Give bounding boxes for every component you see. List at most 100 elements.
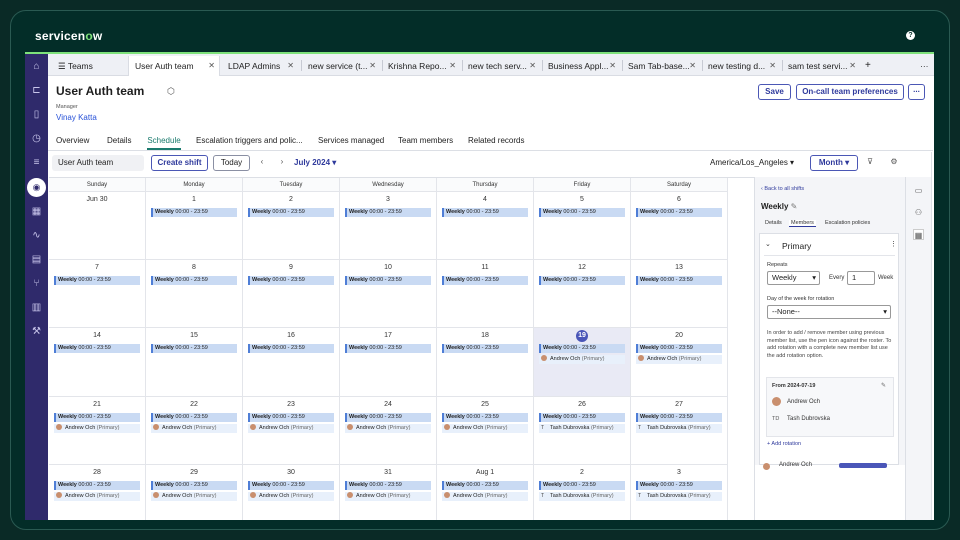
day-cell[interactable]: 30 Weekly 00:00 - 23:59 Andrew Och (Primar… — [243, 465, 340, 520]
day-cell[interactable]: 10 Weekly 00:00 - 23:59 — [340, 260, 437, 328]
settings-gear-icon[interactable]: ⚙ — [888, 155, 900, 171]
tab-team-members[interactable]: Team members — [398, 132, 453, 150]
tab-escalation-triggers[interactable]: Escalation triggers and polic... — [196, 132, 303, 150]
shift-member[interactable]: Andrew Och (Primary) — [539, 355, 625, 364]
people-icon[interactable]: ⚇ — [913, 207, 924, 218]
shift-event[interactable]: Weekly 00:00 - 23:59 — [539, 276, 625, 285]
day-cell[interactable]: 9 Weekly 00:00 - 23:59 — [243, 260, 340, 328]
shift-member[interactable]: Andrew Och (Primary) — [54, 424, 140, 433]
day-cell[interactable]: 2 Weekly 00:00 - 23:59 — [243, 192, 340, 260]
day-cell[interactable]: 27 Weekly 00:00 - 23:59 T Tash Dubrovska (P… — [631, 397, 728, 465]
tab-services-managed[interactable]: Services managed — [318, 132, 384, 150]
month-picker[interactable]: July 2024 ▾ — [294, 155, 342, 171]
shift-event[interactable]: Weekly 00:00 - 23:59 — [539, 481, 625, 490]
shift-member[interactable]: Andrew Och (Primary) — [54, 492, 140, 501]
shift-event[interactable]: Weekly 00:00 - 23:59 — [345, 481, 431, 490]
day-cell[interactable]: 4 Weekly 00:00 - 23:59 — [437, 192, 534, 260]
shift-member[interactable]: T Tash Dubrovska (Primary) — [636, 424, 722, 433]
shift-member[interactable]: Andrew Och (Primary) — [151, 424, 237, 433]
chevron-left-icon[interactable]: ‹ — [256, 155, 268, 171]
create-shift-button[interactable]: Create shift — [151, 155, 208, 171]
shift-event[interactable]: Weekly 00:00 - 23:59 — [151, 413, 237, 422]
day-cell[interactable]: 15 Weekly 00:00 - 23:59 — [146, 328, 243, 397]
shift-event[interactable]: Weekly 00:00 - 23:59 — [345, 276, 431, 285]
tab-user-auth-team[interactable]: User Auth team ✕ — [128, 56, 220, 76]
tab-teams[interactable]: ☰ Teams — [52, 56, 104, 76]
new-tab-plus-icon[interactable]: + — [863, 56, 875, 76]
manager-link[interactable]: Vinay Katta — [56, 113, 97, 122]
shift-event[interactable]: Weekly 00:00 - 23:59 — [248, 344, 334, 353]
tab-krishna-repo[interactable]: Krishna Repo... ✕ — [382, 56, 460, 76]
add-rotation-link[interactable]: + Add rotation — [767, 441, 801, 447]
shift-member[interactable]: Andrew Och (Primary) — [442, 492, 528, 501]
panel-tab-details[interactable]: Details — [765, 220, 782, 226]
tab-new-testing[interactable]: new testing d... ✕ — [702, 56, 780, 76]
day-cell[interactable]: 2 Weekly 00:00 - 23:59 T Tash Dubrovska (Pr… — [534, 465, 631, 520]
analytics-icon[interactable]: ▥ — [30, 301, 43, 314]
shift-event[interactable]: Weekly 00:00 - 23:59 — [636, 276, 722, 285]
save-rotation-button[interactable] — [839, 463, 887, 468]
day-cell[interactable]: 5 Weekly 00:00 - 23:59 — [534, 192, 631, 260]
help-icon[interactable]: ? — [906, 31, 915, 40]
tab-ldap-admins[interactable]: LDAP Admins ✕ — [222, 56, 298, 76]
shift-event[interactable]: Weekly 00:00 - 23:59 — [54, 344, 140, 353]
tab-business-appl[interactable]: Business Appl... ✕ — [542, 56, 620, 76]
day-cell[interactable]: 1 Weekly 00:00 - 23:59 — [146, 192, 243, 260]
day-cell[interactable]: 22 Weekly 00:00 - 23:59 Andrew Och (Primar… — [146, 397, 243, 465]
day-cell[interactable]: 24 Weekly 00:00 - 23:59 Andrew Och (Primar… — [340, 397, 437, 465]
on-call-preferences-button[interactable]: On-call team preferences — [796, 84, 904, 100]
shift-event[interactable]: Weekly 00:00 - 23:59 — [636, 208, 722, 217]
day-cell[interactable]: 20 Weekly 00:00 - 23:59 Andrew Och (Primar… — [631, 328, 728, 397]
shift-member[interactable]: Andrew Och (Primary) — [345, 492, 431, 501]
every-input[interactable]: 1 — [847, 271, 875, 285]
tab-sam-tab-base[interactable]: Sam Tab-base... ✕ — [622, 56, 700, 76]
shift-event[interactable]: Weekly 00:00 - 23:59 — [442, 344, 528, 353]
shift-event[interactable]: Weekly 00:00 - 23:59 — [248, 276, 334, 285]
close-icon[interactable]: ✕ — [287, 56, 294, 76]
shift-event[interactable]: Weekly 00:00 - 23:59 — [442, 481, 528, 490]
day-cell[interactable]: 6 Weekly 00:00 - 23:59 — [631, 192, 728, 260]
shift-event[interactable]: Weekly 00:00 - 23:59 — [636, 413, 722, 422]
timezone-select[interactable]: America/Los_Angeles ▾ — [710, 155, 800, 171]
back-to-shifts-link[interactable]: ‹ Back to all shifts — [761, 186, 804, 192]
shift-member[interactable]: T Tash Dubrovska (Primary) — [636, 492, 722, 501]
day-cell[interactable]: Jun 30 — [49, 192, 146, 260]
day-cell[interactable]: 3 Weekly 00:00 - 23:59 T Tash Dubrovska (Pr… — [631, 465, 728, 520]
day-cell[interactable]: 12 Weekly 00:00 - 23:59 — [534, 260, 631, 328]
shift-event[interactable]: Weekly 00:00 - 23:59 — [539, 413, 625, 422]
day-cell[interactable]: 16 Weekly 00:00 - 23:59 — [243, 328, 340, 397]
day-cell[interactable]: 11 Weekly 00:00 - 23:59 — [437, 260, 534, 328]
day-cell[interactable]: 18 Weekly 00:00 - 23:59 — [437, 328, 534, 397]
shift-event[interactable]: Weekly 00:00 - 23:59 — [54, 481, 140, 490]
inbox-icon[interactable]: ▭ — [913, 185, 924, 196]
calendar-clock-icon[interactable]: ◷ — [30, 132, 43, 145]
close-icon[interactable]: ✕ — [208, 56, 215, 76]
more-actions-button[interactable]: ... — [908, 84, 925, 100]
day-cell[interactable]: 7 Weekly 00:00 - 23:59 — [49, 260, 146, 328]
pulse-icon[interactable]: ∿ — [30, 229, 43, 242]
view-select[interactable]: Month ▾ — [810, 155, 858, 171]
tag-icon[interactable]: ⬡ — [167, 86, 175, 97]
shift-event[interactable]: Weekly 00:00 - 23:59 — [539, 208, 625, 217]
shift-member[interactable]: Andrew Och (Primary) — [345, 424, 431, 433]
day-cell[interactable]: 31 Weekly 00:00 - 23:59 Andrew Och (Primar… — [340, 465, 437, 520]
close-icon[interactable]: ✕ — [689, 56, 696, 76]
calendar-settings-icon[interactable]: ▦ — [913, 229, 924, 240]
shift-event[interactable]: Weekly 00:00 - 23:59 — [539, 344, 625, 353]
tab-sam-test-servi[interactable]: sam test servi... ✕ — [782, 56, 860, 76]
shift-event[interactable]: Weekly 00:00 - 23:59 — [248, 481, 334, 490]
close-icon[interactable]: ✕ — [849, 56, 856, 76]
repeats-select[interactable]: Weekly ▾ — [767, 271, 820, 285]
tab-details[interactable]: Details — [107, 132, 131, 150]
day-cell[interactable]: 29 Weekly 00:00 - 23:59 Andrew Och (Primar… — [146, 465, 243, 520]
shift-event[interactable]: Weekly 00:00 - 23:59 — [345, 413, 431, 422]
shift-event[interactable]: Weekly 00:00 - 23:59 — [54, 276, 140, 285]
grid-icon[interactable]: ▦ — [30, 205, 43, 218]
day-cell[interactable]: 13 Weekly 00:00 - 23:59 — [631, 260, 728, 328]
shift-event[interactable]: Weekly 00:00 - 23:59 — [442, 413, 528, 422]
shift-event[interactable]: Weekly 00:00 - 23:59 — [54, 413, 140, 422]
pencil-icon[interactable]: ✎ — [881, 382, 886, 389]
chevron-right-icon[interactable]: › — [276, 155, 288, 171]
save-button[interactable]: Save — [758, 84, 791, 100]
day-cell[interactable]: 19 Weekly 00:00 - 23:59 Andrew Och (Primar… — [534, 328, 631, 397]
